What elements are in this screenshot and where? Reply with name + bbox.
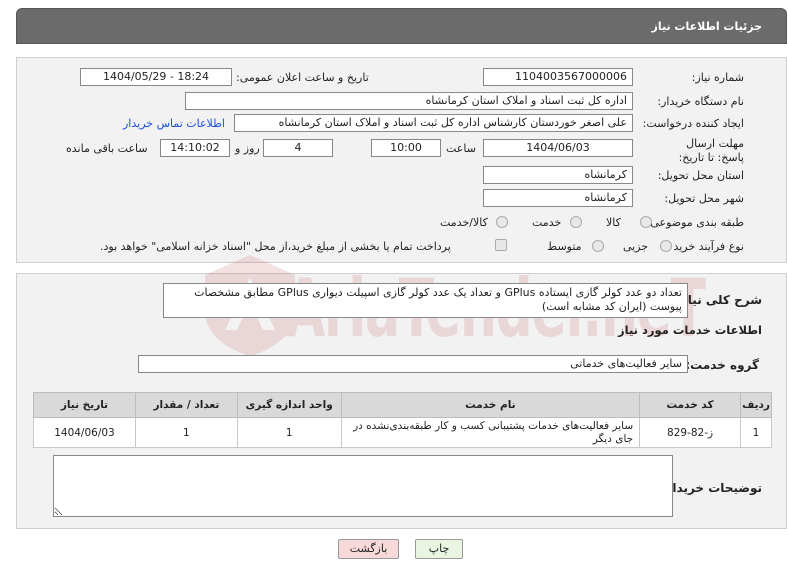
category-label: طبقه بندی موضوعی: <box>646 216 744 229</box>
buyer-org-field: اداره کل ثبت اسناد و املاک استان کرمانشا… <box>185 92 633 110</box>
process-medium-label: متوسط <box>547 240 582 253</box>
category-goods-service-radio[interactable] <box>496 216 508 228</box>
table-row: 1 ز-82-829 سایر فعالیت‌های خدمات پشتیبان… <box>33 417 772 448</box>
col-name: نام خدمت <box>340 392 641 418</box>
category-service-label: خدمت <box>532 216 562 229</box>
deadline-time-label: ساعت <box>446 142 476 155</box>
treasury-payment-note: پرداخت تمام یا بخشی از مبلغ خرید،از محل … <box>100 240 451 253</box>
col-code: کد خدمت <box>639 392 742 418</box>
need-number-field: 1104003567000006 <box>483 68 633 86</box>
creator-field: علی اصغر خوردستان کارشناس اداره کل ثبت ا… <box>234 114 633 132</box>
service-group-label: گروه خدمت: <box>685 358 759 372</box>
contact-info-link[interactable]: اطلاعات تماس خریدار <box>123 117 225 130</box>
buyer-notes-textarea[interactable] <box>53 455 673 517</box>
row-date: 1404/06/03 <box>33 417 136 448</box>
province-label: استان محل تحویل: <box>657 169 744 182</box>
announce-field: 1404/05/29 - 18:24 <box>80 68 232 86</box>
row-name: سایر فعالیت‌های خدمات پشتیبانی کسب و کار… <box>340 417 641 448</box>
summary-textarea[interactable]: تعداد دو عدد کولر گازی ایستاده GPlus و ت… <box>163 283 688 318</box>
col-qty: تعداد / مقدار <box>134 392 238 418</box>
process-minor-radio[interactable] <box>660 240 672 252</box>
row-index: 1 <box>740 417 772 448</box>
city-field: کرمانشاه <box>483 189 633 207</box>
buyer-org-label: نام دستگاه خریدار: <box>657 95 744 108</box>
page-title: جزئیات اطلاعات نیاز <box>651 20 763 33</box>
category-goods-service-label: کالا/خدمت <box>440 216 488 229</box>
remaining-time-field: 14:10:02 <box>160 139 230 157</box>
row-qty: 1 <box>134 417 238 448</box>
treasury-payment-checkbox[interactable] <box>495 239 507 251</box>
col-date: تاریخ نیاز <box>33 392 136 418</box>
announce-label: تاریخ و ساعت اعلان عمومی: <box>236 71 369 84</box>
service-group-field: سایر فعالیت‌های خدماتی <box>138 355 688 373</box>
page-header: جزئیات اطلاعات نیاز <box>16 8 787 44</box>
process-label: نوع فرآیند خرید : <box>666 240 744 253</box>
province-field: کرمانشاه <box>483 166 633 184</box>
category-goods-label: کالا <box>606 216 621 229</box>
days-label: روز و <box>235 142 260 155</box>
deadline-date-field: 1404/06/03 <box>483 139 633 157</box>
deadline-label: مهلت ارسال پاسخ: تا تاریخ: <box>678 137 744 164</box>
category-goods-radio[interactable] <box>640 216 652 228</box>
col-index: ردیف <box>740 392 772 418</box>
need-number-label: شماره نیاز: <box>691 71 744 84</box>
deadline-time-field: 10:00 <box>371 139 441 157</box>
creator-label: ایجاد کننده درخواست: <box>642 117 744 130</box>
services-section-title: اطلاعات خدمات مورد نیاز <box>618 323 762 337</box>
print-button[interactable]: چاپ <box>415 539 463 559</box>
city-label: شهر محل تحویل: <box>664 192 744 205</box>
services-table: ردیف کد خدمت نام خدمت واحد اندازه گیری ت… <box>33 392 772 448</box>
row-code: ز-82-829 <box>639 417 742 448</box>
row-unit: 1 <box>236 417 342 448</box>
process-minor-label: جزیی <box>623 240 649 253</box>
back-button[interactable]: بازگشت <box>338 539 399 559</box>
buyer-notes-label: توضیحات خریدار: <box>660 481 762 495</box>
summary-label: شرح کلی نیاز: <box>676 293 762 307</box>
days-remaining-field: 4 <box>263 139 333 157</box>
process-medium-radio[interactable] <box>592 240 604 252</box>
col-unit: واحد اندازه گیری <box>236 392 342 418</box>
remaining-time-label: ساعت باقی مانده <box>66 142 148 155</box>
services-table-header: ردیف کد خدمت نام خدمت واحد اندازه گیری ت… <box>33 392 772 418</box>
category-service-radio[interactable] <box>570 216 582 228</box>
